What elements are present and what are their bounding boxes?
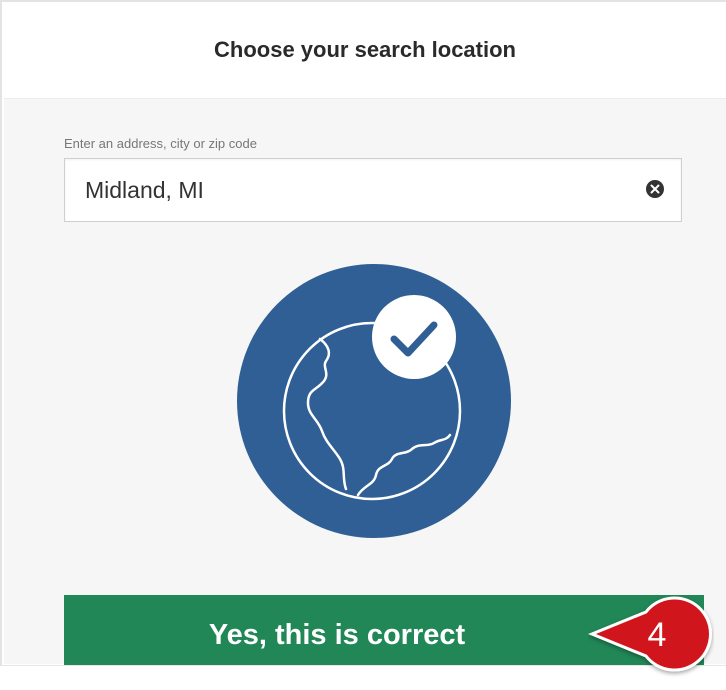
- dialog-title: Choose your search location: [214, 37, 516, 62]
- location-field[interactable]: [64, 158, 682, 222]
- location-input[interactable]: [85, 159, 625, 221]
- location-field-label: Enter an address, city or zip code: [64, 136, 257, 151]
- globe-check-icon: [236, 263, 512, 539]
- dialog-header: Choose your search location: [4, 4, 726, 99]
- step-number: 4: [647, 615, 667, 654]
- clear-icon[interactable]: [645, 179, 665, 199]
